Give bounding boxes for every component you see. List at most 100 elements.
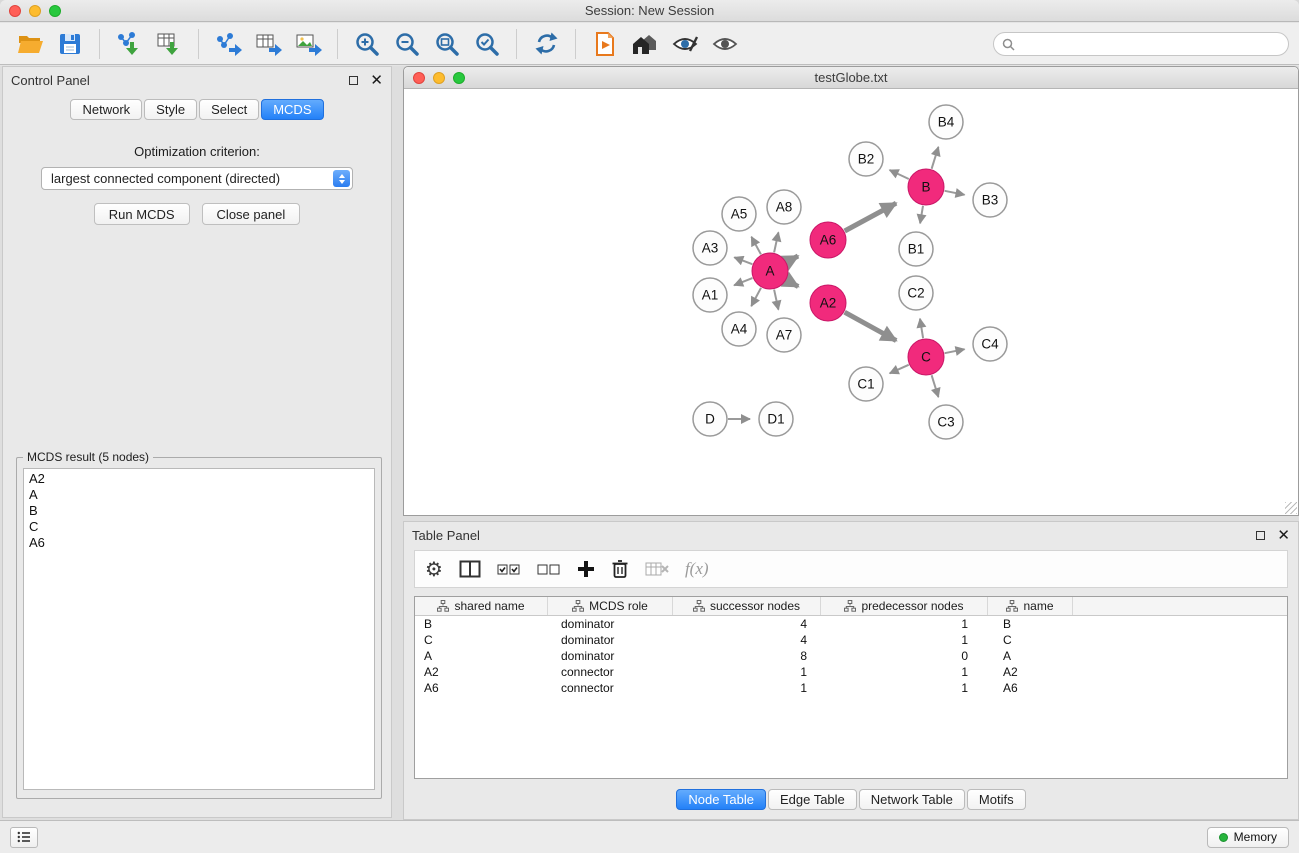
tab-network-table[interactable]: Network Table: [859, 789, 965, 810]
function-builder-button[interactable]: f(x): [685, 554, 709, 584]
import-table-button[interactable]: [149, 27, 189, 61]
zoom-fit-button[interactable]: [427, 27, 467, 61]
tab-select[interactable]: Select: [199, 99, 259, 120]
edge-A-A3[interactable]: [734, 257, 752, 264]
network-close-button[interactable]: [413, 72, 425, 84]
edge-A-A2[interactable]: [787, 280, 799, 286]
fullscreen-window-button[interactable]: [49, 5, 61, 17]
edge-A-A1[interactable]: [734, 278, 752, 285]
node-B1[interactable]: B1: [899, 232, 933, 266]
close-panel-icon[interactable]: ✕: [370, 73, 383, 88]
edge-A-A7[interactable]: [774, 290, 778, 310]
zoom-in-button[interactable]: [347, 27, 387, 61]
search-field[interactable]: [993, 32, 1289, 56]
node-C[interactable]: C: [908, 339, 944, 375]
edge-B-B1[interactable]: [920, 206, 923, 224]
table-row-a6[interactable]: A6connector11A6: [415, 680, 1287, 696]
tab-node-table[interactable]: Node Table: [676, 789, 766, 810]
birds-eye-view-button[interactable]: [705, 27, 745, 61]
tab-mcds[interactable]: MCDS: [261, 99, 323, 120]
show-panels-button[interactable]: [10, 827, 38, 848]
tab-motifs[interactable]: Motifs: [967, 789, 1026, 810]
node-A7[interactable]: A7: [767, 318, 801, 352]
export-table-button[interactable]: [248, 27, 288, 61]
node-B4[interactable]: B4: [929, 105, 963, 139]
table-float-panel-icon[interactable]: [1256, 531, 1265, 540]
node-A8[interactable]: A8: [767, 190, 801, 224]
node-A3[interactable]: A3: [693, 231, 727, 265]
node-D1[interactable]: D1: [759, 402, 793, 436]
node-C1[interactable]: C1: [849, 367, 883, 401]
edge-A-A4[interactable]: [751, 288, 761, 306]
deselect-all-rows-button[interactable]: [537, 554, 561, 584]
refresh-button[interactable]: [526, 27, 566, 61]
column-header-mcds-role[interactable]: MCDS role: [548, 597, 673, 615]
result-item-a6[interactable]: A6: [24, 535, 374, 551]
node-A5[interactable]: A5: [722, 197, 756, 231]
close-panel-button[interactable]: Close panel: [202, 203, 301, 225]
edge-A-A8[interactable]: [774, 232, 778, 252]
edge-C-C4[interactable]: [945, 349, 965, 353]
network-canvas[interactable]: B4 B2 B B3 A5 A8 A6 B1 A3 A C2 A1 A2 A4 A7 C4 C C1 C3 D D1: [404, 89, 1298, 515]
show-column-button[interactable]: [459, 554, 481, 584]
column-header-predecessor-nodes[interactable]: predecessor nodes: [821, 597, 988, 615]
table-row-c[interactable]: Cdominator41C: [415, 632, 1287, 648]
node-A4[interactable]: A4: [722, 312, 756, 346]
column-header-shared-name[interactable]: shared name: [415, 597, 548, 615]
table-row-a2[interactable]: A2connector11A2: [415, 664, 1287, 680]
tab-style[interactable]: Style: [144, 99, 197, 120]
node-B3[interactable]: B3: [973, 183, 1007, 217]
open-recent-session-button[interactable]: [585, 27, 625, 61]
network-minimize-button[interactable]: [433, 72, 445, 84]
window-resize-handle[interactable]: [1285, 502, 1297, 514]
zoom-selected-button[interactable]: [467, 27, 507, 61]
save-session-button[interactable]: [50, 27, 90, 61]
add-row-button[interactable]: [577, 554, 595, 584]
edge-C-C1[interactable]: [890, 365, 909, 374]
edge-B-B2[interactable]: [890, 170, 909, 179]
node-C4[interactable]: C4: [973, 327, 1007, 361]
float-panel-icon[interactable]: [349, 76, 358, 85]
column-header-name[interactable]: name: [988, 597, 1073, 615]
export-image-button[interactable]: [288, 27, 328, 61]
minimize-window-button[interactable]: [29, 5, 41, 17]
network-maximize-button[interactable]: [453, 72, 465, 84]
node-D[interactable]: D: [693, 402, 727, 436]
export-network-button[interactable]: [208, 27, 248, 61]
node-C3[interactable]: C3: [929, 405, 963, 439]
table-row-b[interactable]: Bdominator41B: [415, 616, 1287, 632]
edge-C-C2[interactable]: [920, 319, 923, 339]
node-A1[interactable]: A1: [693, 278, 727, 312]
result-item-c[interactable]: C: [24, 519, 374, 535]
table-settings-button[interactable]: ⚙: [425, 554, 443, 584]
node-A2[interactable]: A2: [810, 285, 846, 321]
edge-B-B3[interactable]: [945, 191, 965, 195]
search-input[interactable]: [1020, 37, 1280, 52]
result-item-a[interactable]: A: [24, 487, 374, 503]
result-item-a2[interactable]: A2: [24, 471, 374, 487]
edge-A2-C[interactable]: [845, 312, 897, 340]
graphics-details-button[interactable]: [665, 27, 705, 61]
delete-row-button[interactable]: [611, 554, 629, 584]
open-file-button[interactable]: [10, 27, 50, 61]
node-C2[interactable]: C2: [899, 276, 933, 310]
node-B[interactable]: B: [908, 169, 944, 205]
memory-button[interactable]: Memory: [1207, 827, 1289, 848]
edge-A6-B[interactable]: [845, 203, 896, 231]
column-header-successor-nodes[interactable]: successor nodes: [673, 597, 821, 615]
result-item-b[interactable]: B: [24, 503, 374, 519]
delete-table-button[interactable]: [645, 554, 669, 584]
table-row-a[interactable]: Adominator80A: [415, 648, 1287, 664]
mcds-result-list[interactable]: A2ABCA6: [23, 468, 375, 790]
optimization-dropdown[interactable]: largest connected component (directed): [41, 167, 353, 190]
node-A6[interactable]: A6: [810, 222, 846, 258]
home-view-button[interactable]: [625, 27, 665, 61]
node-B2[interactable]: B2: [849, 142, 883, 176]
edge-A-A6[interactable]: [787, 256, 798, 262]
zoom-out-button[interactable]: [387, 27, 427, 61]
tab-network[interactable]: Network: [70, 99, 142, 120]
node-A[interactable]: A: [752, 253, 788, 289]
close-window-button[interactable]: [9, 5, 21, 17]
run-mcds-button[interactable]: Run MCDS: [94, 203, 190, 225]
edge-A-A5[interactable]: [751, 237, 761, 255]
